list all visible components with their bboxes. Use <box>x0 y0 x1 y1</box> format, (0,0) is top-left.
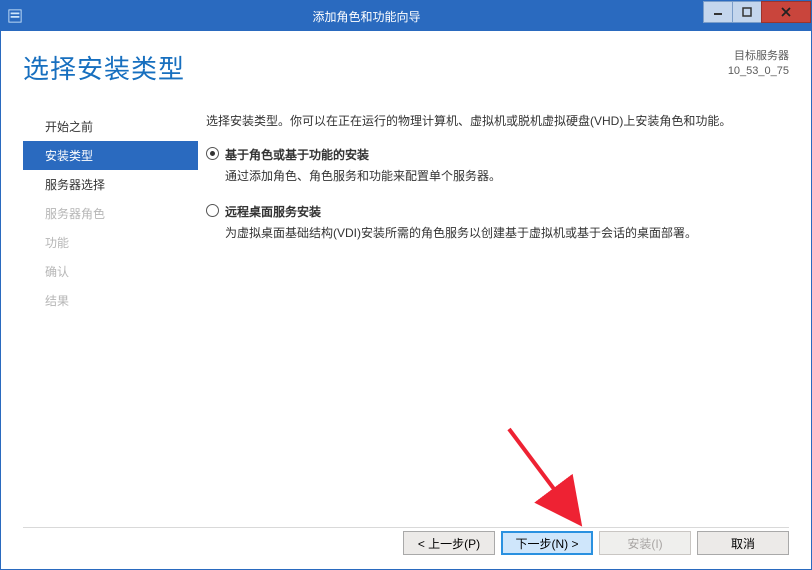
option-body: 远程桌面服务安装 为虚拟桌面基础结构(VDI)安装所需的角色服务以创建基于虚拟机… <box>225 203 781 242</box>
minimize-button[interactable] <box>703 1 733 23</box>
destination-box: 目标服务器 10_53_0_75 <box>728 49 789 79</box>
option-desc: 为虚拟桌面基础结构(VDI)安装所需的角色服务以创建基于虚拟机或基于会话的桌面部… <box>225 224 781 242</box>
option-title: 基于角色或基于功能的安装 <box>225 146 781 163</box>
install-button: 安装(I) <box>599 531 691 555</box>
sidebar-item-install-type[interactable]: 安装类型 <box>23 141 198 170</box>
client-area: 选择安装类型 目标服务器 10_53_0_75 开始之前 安装类型 服务器选择 … <box>1 31 811 569</box>
destination-value: 10_53_0_75 <box>728 64 789 79</box>
prev-button[interactable]: < 上一步(P) <box>403 531 495 555</box>
option-desc: 通过添加角色、角色服务和功能来配置单个服务器。 <box>225 167 781 185</box>
destination-label: 目标服务器 <box>728 49 789 64</box>
radio-remote-desktop[interactable] <box>206 204 219 217</box>
intro-text: 选择安装类型。你可以在正在运行的物理计算机、虚拟机或脱机虚拟硬盘(VHD)上安装… <box>206 112 781 130</box>
cancel-button[interactable]: 取消 <box>697 531 789 555</box>
app-icon <box>1 9 29 23</box>
sidebar-item-before-begin[interactable]: 开始之前 <box>23 112 198 141</box>
radio-role-based[interactable] <box>206 147 219 160</box>
option-role-based[interactable]: 基于角色或基于功能的安装 通过添加角色、角色服务和功能来配置单个服务器。 <box>206 146 781 185</box>
next-button[interactable]: 下一步(N) > <box>501 531 593 555</box>
sidebar-item-server-selection[interactable]: 服务器选择 <box>23 170 198 199</box>
sidebar-item-confirm: 确认 <box>23 257 198 286</box>
sidebar-item-server-roles: 服务器角色 <box>23 199 198 228</box>
footer-separator <box>23 527 789 528</box>
sidebar-item-features: 功能 <box>23 228 198 257</box>
option-body: 基于角色或基于功能的安装 通过添加角色、角色服务和功能来配置单个服务器。 <box>225 146 781 185</box>
content-pane: 选择安装类型。你可以在正在运行的物理计算机、虚拟机或脱机虚拟硬盘(VHD)上安装… <box>198 112 789 521</box>
page-title: 选择安装类型 <box>23 49 185 86</box>
sidebar-item-results: 结果 <box>23 286 198 315</box>
wizard-window: 添加角色和功能向导 选择安装类型 目标服务器 10_53_0_75 开始之前 安… <box>0 0 812 570</box>
window-title: 添加角色和功能向导 <box>29 8 704 25</box>
titlebar: 添加角色和功能向导 <box>1 1 811 31</box>
maximize-button[interactable] <box>732 1 762 23</box>
body-row: 开始之前 安装类型 服务器选择 服务器角色 功能 确认 结果 选择安装类型。你可… <box>23 112 789 521</box>
window-controls <box>704 1 811 31</box>
option-title: 远程桌面服务安装 <box>225 203 781 220</box>
header-row: 选择安装类型 目标服务器 10_53_0_75 <box>23 49 789 86</box>
option-remote-desktop[interactable]: 远程桌面服务安装 为虚拟桌面基础结构(VDI)安装所需的角色服务以创建基于虚拟机… <box>206 203 781 242</box>
sidebar: 开始之前 安装类型 服务器选择 服务器角色 功能 确认 结果 <box>23 112 198 521</box>
close-button[interactable] <box>761 1 811 23</box>
